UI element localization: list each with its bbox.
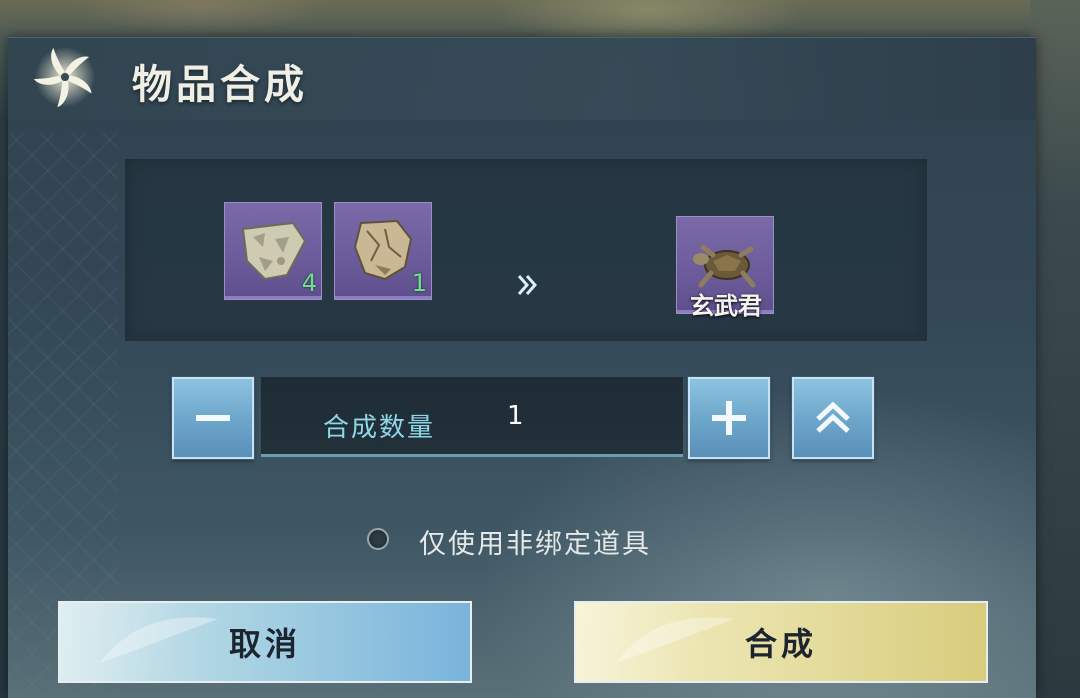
stone-shard-icon — [241, 221, 307, 281]
synthesize-button[interactable]: 合成 — [574, 601, 988, 683]
max-quantity-button[interactable] — [792, 377, 874, 459]
quantity-value[interactable]: 1 — [507, 401, 524, 431]
item-synthesis-dialog: 物品合成 4 1 玄武君 合成数量 1 仅使用非绑定道具 取消 合成 — [8, 37, 1036, 698]
quantity-label: 合成数量 — [323, 413, 436, 443]
minus-icon — [196, 415, 230, 421]
ingredient-count: 1 — [411, 269, 427, 297]
unbound-only-label[interactable]: 仅使用非绑定道具 — [419, 522, 651, 561]
quantity-field[interactable]: 合成数量 1 — [261, 377, 683, 457]
recipe-area: 4 1 玄武君 — [125, 159, 927, 341]
cancel-button-label: 取消 — [228, 625, 301, 663]
unbound-only-radio[interactable] — [367, 528, 389, 550]
leaf-decoration — [100, 617, 218, 663]
ingredient-slot[interactable]: 1 — [334, 202, 432, 300]
cancel-button[interactable]: 取消 — [58, 601, 472, 683]
result-item-name: 玄武君 — [690, 292, 762, 320]
double-chevron-up-icon — [816, 401, 850, 433]
double-chevron-right-icon — [517, 275, 538, 295]
decrement-button[interactable] — [172, 377, 254, 459]
dialog-title-bar: 物品合成 — [8, 38, 1036, 120]
leaf-decoration — [616, 617, 734, 663]
synthesize-button-label: 合成 — [744, 625, 817, 663]
ingredient-count: 4 — [301, 269, 317, 297]
broken-tablet-icon — [353, 219, 413, 281]
ingredient-slot[interactable]: 4 — [224, 202, 322, 300]
game-world-edge — [1030, 0, 1080, 697]
plus-icon — [712, 401, 746, 435]
dialog-title: 物品合成 — [132, 61, 308, 108]
pinwheel-emblem-icon — [34, 47, 95, 108]
increment-button[interactable] — [688, 377, 770, 459]
